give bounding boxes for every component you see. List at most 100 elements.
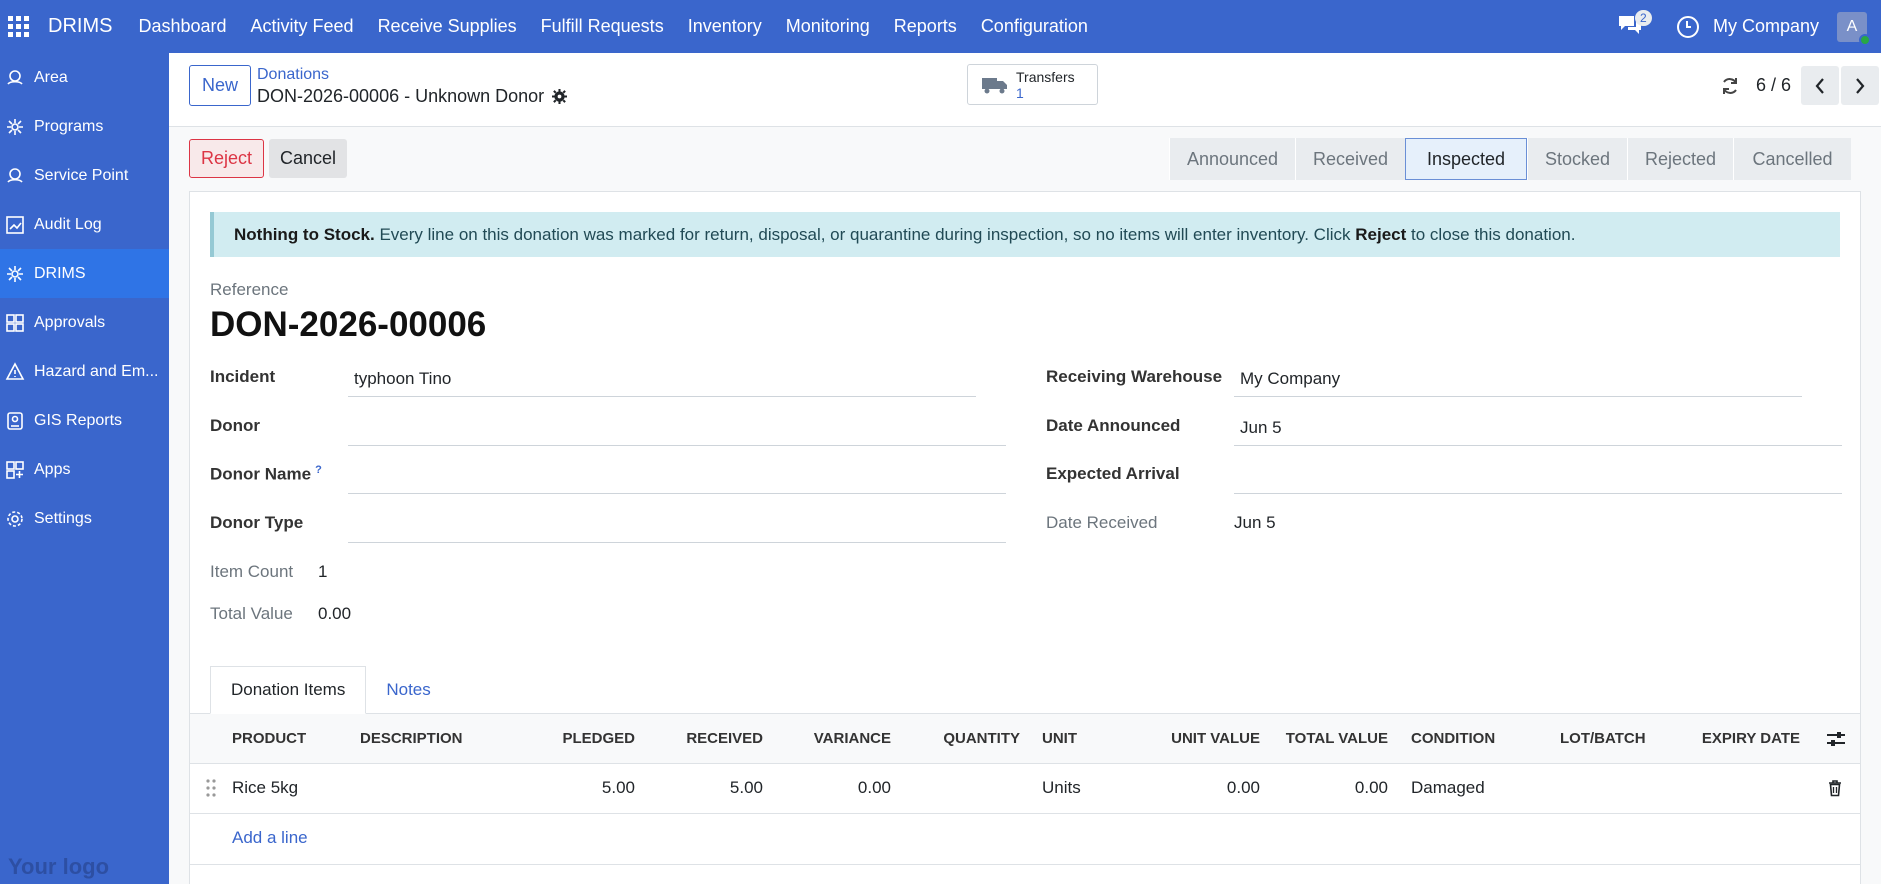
add-line-link[interactable]: Add a line <box>232 828 308 848</box>
date-announced-field[interactable]: Jun 5 <box>1240 418 1282 438</box>
pager-value[interactable]: 6 / 6 <box>1756 75 1791 96</box>
cancel-button[interactable]: Cancel <box>269 139 347 178</box>
col-variance[interactable]: VARIANCE <box>790 730 891 747</box>
table-row[interactable]: Rice 5kg 5.00 5.00 0.00 Units 0.00 0.00 … <box>190 764 1860 814</box>
cell-product[interactable]: Rice 5kg <box>232 778 298 798</box>
sidebar-item-approvals[interactable]: Approvals <box>0 298 169 347</box>
map-icon <box>4 410 26 432</box>
transfers-label: Transfers <box>1016 68 1075 85</box>
sidebar-item-drims[interactable]: DRIMS <box>0 249 169 298</box>
sidebar-item-area[interactable]: Area <box>0 53 169 102</box>
chat-icon[interactable]: 2 <box>1617 9 1652 41</box>
col-quantity[interactable]: QUANTITY <box>910 730 1020 747</box>
cell-unit-value[interactable]: 0.00 <box>1140 778 1260 798</box>
chat-count-badge: 2 <box>1634 9 1652 26</box>
col-product[interactable]: PRODUCT <box>232 730 306 747</box>
col-condition[interactable]: CONDITION <box>1411 730 1495 747</box>
gear-icon[interactable] <box>552 89 568 104</box>
main-content: New Donations DON-2026-00006 - Unknown D… <box>169 53 1881 884</box>
brand-name[interactable]: DRIMS <box>48 15 112 38</box>
donor-type-field[interactable] <box>354 515 994 539</box>
breadcrumb-parent[interactable]: Donations <box>257 66 329 84</box>
sidebar-item-settings[interactable]: Settings <box>0 494 169 543</box>
cell-variance: 0.00 <box>857 778 891 797</box>
expected-arrival-field[interactable] <box>1240 466 1830 490</box>
stage-stocked[interactable]: Stocked <box>1527 138 1627 180</box>
col-lot-batch[interactable]: LOT/BATCH <box>1560 730 1646 747</box>
apps-menu-icon[interactable] <box>2 0 34 53</box>
stage-rejected[interactable]: Rejected <box>1627 138 1733 180</box>
tab-donation-items[interactable]: Donation Items <box>210 666 367 714</box>
sidebar-item-programs[interactable]: Programs <box>0 102 169 151</box>
cell-pledged[interactable]: 5.00 <box>550 778 635 798</box>
stage-announced[interactable]: Announced <box>1169 138 1295 180</box>
incident-label: Incident <box>210 367 276 386</box>
tab-notes[interactable]: Notes <box>366 666 450 714</box>
sidebar-item-service-point[interactable]: Service Point <box>0 151 169 200</box>
date-received-label: Date Received <box>1046 513 1158 532</box>
stage-cancelled[interactable]: Cancelled <box>1733 138 1851 180</box>
cog-cluster-icon <box>4 263 26 285</box>
record-title: DON-2026-00006 - Unknown Donor <box>257 86 545 106</box>
cell-condition[interactable]: Damaged <box>1411 778 1485 798</box>
new-button[interactable]: New <box>189 65 251 106</box>
warning-icon <box>4 361 26 383</box>
sidebar-item-audit-log[interactable]: Audit Log <box>0 200 169 249</box>
donor-field[interactable] <box>354 418 994 442</box>
col-received[interactable]: RECEIVED <box>670 730 763 747</box>
incident-field[interactable]: typhoon Tino <box>354 369 451 389</box>
form-sheet: Nothing to Stock. Every line on this don… <box>189 191 1861 884</box>
user-avatar[interactable]: A <box>1837 11 1871 46</box>
alert-title: Nothing to Stock. <box>234 224 375 244</box>
menu-monitoring[interactable]: Monitoring <box>774 0 882 53</box>
stage-inspected[interactable]: Inspected <box>1405 138 1527 180</box>
col-unit-value[interactable]: UNIT VALUE <box>1140 730 1260 747</box>
donor-name-field[interactable] <box>354 466 994 490</box>
menu-activity-feed[interactable]: Activity Feed <box>239 0 366 53</box>
sidebar-item-apps[interactable]: Apps <box>0 445 169 494</box>
sidebar-item-label: GIS Reports <box>34 411 123 429</box>
warehouse-field[interactable]: My Company <box>1240 369 1340 389</box>
sidebar-item-hazard[interactable]: Hazard and Em... <box>0 347 169 396</box>
cell-unit[interactable]: Units <box>1042 778 1081 798</box>
menu-configuration[interactable]: Configuration <box>969 0 1100 53</box>
company-switcher[interactable]: My Company <box>1713 16 1819 37</box>
drag-handle-icon[interactable] <box>206 778 216 798</box>
reject-button[interactable]: Reject <box>189 139 264 178</box>
pager-previous-button[interactable] <box>1801 66 1839 105</box>
date-received-value: Jun 5 <box>1234 513 1276 532</box>
menu-dashboard[interactable]: Dashboard <box>126 0 238 53</box>
column-settings-icon[interactable] <box>1826 730 1846 748</box>
pager-next-button[interactable] <box>1841 66 1879 105</box>
transfers-smart-button[interactable]: Transfers 1 <box>967 64 1098 105</box>
col-pledged[interactable]: PLEDGED <box>550 730 635 747</box>
alert-text: Every line on this donation was marked f… <box>379 224 1351 244</box>
menu-receive-supplies[interactable]: Receive Supplies <box>366 0 529 53</box>
reference-title: DON-2026-00006 <box>210 305 487 344</box>
help-tooltip-icon[interactable]: ? <box>315 464 322 476</box>
sidebar-item-label: Programs <box>34 117 104 135</box>
cell-received[interactable]: 5.00 <box>670 778 763 798</box>
cell-total-value: 0.00 <box>1354 778 1388 797</box>
col-description[interactable]: DESCRIPTION <box>360 730 463 747</box>
expected-arrival-label: Expected Arrival <box>1046 464 1180 483</box>
item-count-value: 1 <box>318 562 328 581</box>
refresh-icon[interactable] <box>1720 76 1740 96</box>
col-expiry-date[interactable]: EXPIRY DATE <box>1690 730 1800 747</box>
pager: 6 / 6 <box>1720 66 1881 105</box>
menu-inventory[interactable]: Inventory <box>676 0 774 53</box>
col-unit[interactable]: UNIT <box>1042 730 1077 747</box>
pin-icon <box>4 165 26 187</box>
clock-icon[interactable] <box>1676 15 1699 38</box>
control-panel: New Donations DON-2026-00006 - Unknown D… <box>169 53 1881 127</box>
donor-name-label: Donor Name? <box>210 464 322 485</box>
col-total-value[interactable]: TOTAL VALUE <box>1270 730 1388 747</box>
table-header: PRODUCT DESCRIPTION PLEDGED RECEIVED VAR… <box>190 714 1860 764</box>
menu-reports[interactable]: Reports <box>882 0 969 53</box>
sidebar: Area Programs Service Point Audit Log DR… <box>0 53 169 884</box>
stage-received[interactable]: Received <box>1295 138 1405 180</box>
sidebar-item-gis-reports[interactable]: GIS Reports <box>0 396 169 445</box>
donor-type-label: Donor Type <box>210 513 304 532</box>
menu-fulfill-requests[interactable]: Fulfill Requests <box>529 0 676 53</box>
trash-icon[interactable] <box>1828 779 1842 797</box>
